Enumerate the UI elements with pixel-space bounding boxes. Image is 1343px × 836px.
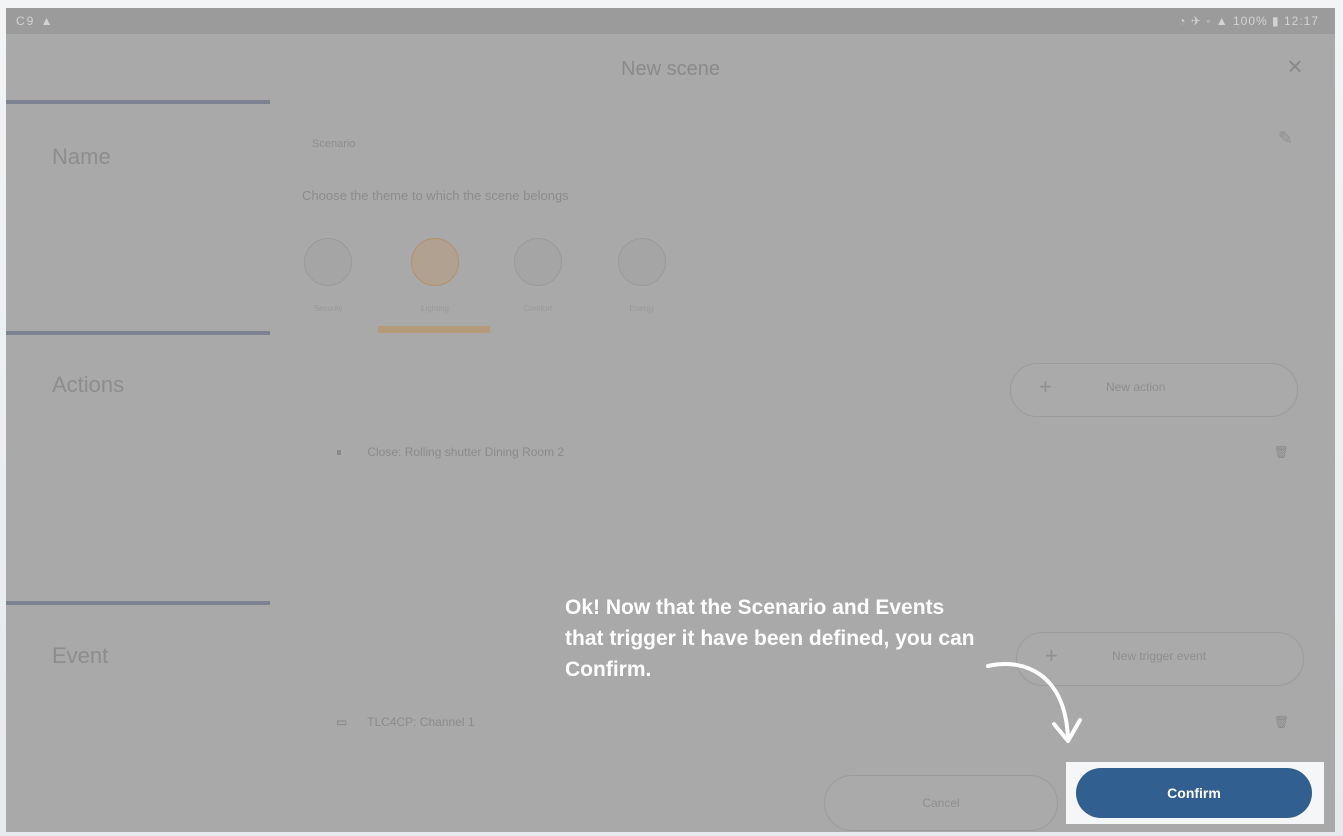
cancel-button[interactable]: Cancel	[824, 775, 1058, 831]
event-item-text: TLC4CP: Channel 1	[367, 715, 475, 729]
section-label-name: Name	[52, 144, 111, 169]
lighting-theme-icon	[411, 238, 459, 286]
close-icon[interactable]: ×	[1283, 53, 1307, 79]
scene-name-input[interactable]: Scenario	[312, 138, 355, 150]
screen: C9 ▲ ◔ ✈ ◦ ▲ 100% ▮ 12:17 New scene × Na…	[0, 0, 1343, 836]
edit-pencil-icon[interactable]: ✎	[1278, 128, 1293, 149]
theme-label-lighting: Lighting	[420, 304, 450, 313]
security-theme-icon	[304, 238, 352, 286]
theme-security[interactable]: Security	[298, 238, 358, 313]
plus-icon: +	[1039, 374, 1052, 399]
status-left: C9 ▲	[16, 14, 55, 28]
theme-lighting[interactable]: Lighting	[405, 238, 465, 313]
status-bar: C9 ▲ ◔ ✈ ◦ ▲ 100% ▮ 12:17	[6, 8, 1335, 34]
new-trigger-event-label: New trigger event	[1112, 649, 1207, 663]
new-action-button[interactable]: + New action	[1010, 363, 1298, 417]
theme-energy[interactable]: Energy	[612, 238, 672, 313]
theme-prompt: Choose the theme to which the scene belo…	[302, 188, 569, 203]
tutorial-tooltip: Ok! Now that the Scenario and Events tha…	[565, 596, 975, 681]
tablet-screen: C9 ▲ ◔ ✈ ◦ ▲ 100% ▮ 12:17 New scene × Na…	[6, 8, 1335, 832]
section-divider-name	[6, 100, 270, 104]
section-divider-event	[6, 601, 270, 605]
theme-comfort[interactable]: Comfort	[508, 238, 568, 313]
theme-label-comfort: Comfort	[523, 304, 553, 313]
section-label-actions: Actions	[52, 372, 125, 397]
new-action-label: New action	[1106, 380, 1166, 394]
action-item-text: Close: Rolling shutter Dining Room 2	[367, 445, 565, 459]
tutorial-arrow-icon	[986, 661, 1082, 743]
section-divider-actions	[6, 331, 270, 335]
rolling-shutter-icon: ⏸	[336, 445, 343, 459]
theme-label-energy: Energy	[629, 304, 655, 313]
delete-action-icon[interactable]: 🗑	[1274, 445, 1289, 459]
selected-theme-indicator	[378, 326, 490, 333]
theme-label-security: Security	[313, 304, 343, 313]
page-title: New scene	[621, 58, 720, 80]
event-list-item[interactable]: ▭ TLC4CP: Channel 1	[336, 715, 475, 729]
status-right: ◔ ✈ ◦ ▲ 100% ▮ 12:17	[1178, 14, 1319, 28]
comfort-theme-icon	[514, 238, 562, 286]
delete-event-icon[interactable]: 🗑	[1274, 715, 1289, 729]
action-list-item[interactable]: ⏸ Close: Rolling shutter Dining Room 2	[336, 445, 564, 460]
energy-theme-icon	[618, 238, 666, 286]
channel-icon: ▭	[336, 715, 348, 729]
section-label-event: Event	[52, 643, 109, 668]
confirm-button[interactable]: Confirm	[1076, 768, 1312, 818]
dialog-header: New scene ×	[6, 34, 1335, 104]
